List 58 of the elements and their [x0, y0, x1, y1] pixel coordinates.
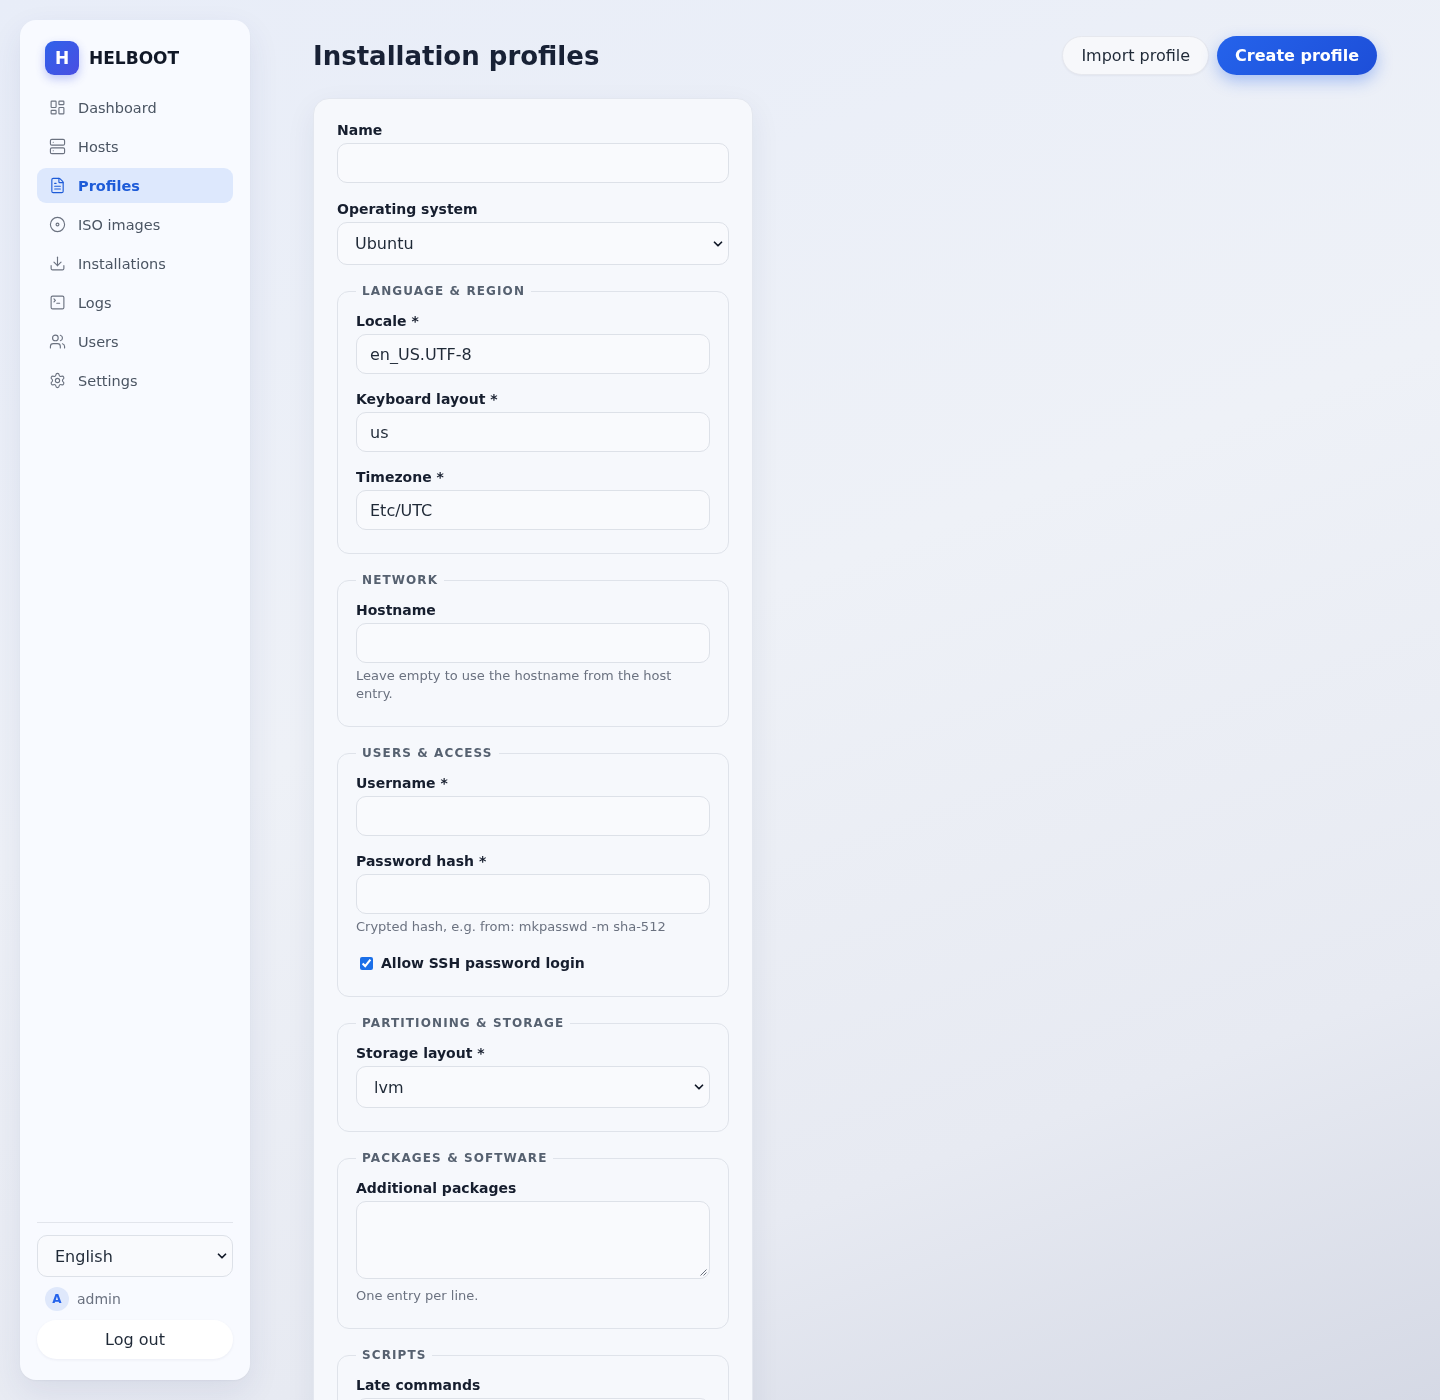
text-input[interactable]: [356, 796, 710, 836]
select-field[interactable]: lvm: [356, 1066, 710, 1108]
action-button[interactable]: Create profile: [1217, 36, 1377, 75]
field-label: Storage layout *: [356, 1045, 486, 1061]
nav-item[interactable]: Dashboard: [37, 90, 233, 125]
resize-handle-icon[interactable]: [700, 1269, 707, 1276]
field-label: Name: [337, 122, 384, 138]
user-name: admin: [77, 1291, 121, 1307]
field-hint: Leave empty to use the hostname from the host entry.: [356, 667, 673, 703]
section-legend: NETWORK: [356, 572, 445, 588]
textarea-field[interactable]: [356, 1201, 710, 1279]
text-input[interactable]: us: [356, 412, 710, 452]
section-legend: PARTITIONING & STORAGE: [356, 1015, 571, 1031]
app-logo: H: [45, 41, 79, 75]
section-legend: USERS & ACCESS: [356, 745, 499, 761]
field-hint: One entry per line.: [356, 1287, 480, 1305]
text-input[interactable]: [356, 623, 710, 663]
disc-icon: [49, 216, 66, 233]
select-field[interactable]: Ubuntu: [337, 222, 729, 265]
logout-button[interactable]: Log out: [37, 1320, 233, 1359]
document-icon: [49, 177, 66, 194]
text-input[interactable]: en_US.UTF-8: [356, 334, 710, 374]
section-legend: LANGUAGE & REGION: [356, 283, 532, 299]
nav-item[interactable]: Settings: [37, 363, 233, 398]
field-label: Locale *: [356, 313, 420, 329]
field-label: Password hash *: [356, 853, 488, 869]
field-label: Hostname: [356, 602, 437, 618]
checkbox-label: Allow SSH password login: [381, 955, 585, 971]
nav-item[interactable]: Installations: [37, 246, 233, 281]
field-label: Late commands: [356, 1377, 482, 1393]
page-title: Installation profiles: [313, 40, 600, 71]
field-label: Additional packages: [356, 1180, 518, 1196]
nav-item[interactable]: Logs: [37, 285, 233, 320]
settings-icon: [49, 372, 66, 389]
download-icon: [49, 255, 66, 272]
text-input[interactable]: [356, 874, 710, 914]
nav-item[interactable]: Users: [37, 324, 233, 359]
server-icon: [49, 138, 66, 155]
checkbox[interactable]: [360, 956, 373, 970]
section-legend: PACKAGES & SOFTWARE: [356, 1150, 554, 1166]
field-label: Operating system: [337, 201, 479, 217]
user-avatar: A: [45, 1287, 69, 1311]
field-label: Keyboard layout *: [356, 391, 499, 407]
field-label: Username *: [356, 775, 449, 791]
section-legend: SCRIPTS: [356, 1347, 433, 1363]
layout-grid-icon: [49, 99, 66, 116]
language-select[interactable]: English: [37, 1235, 233, 1277]
nav-item[interactable]: ISO images: [37, 207, 233, 242]
nav-item[interactable]: Hosts: [37, 129, 233, 164]
terminal-icon: [49, 294, 66, 311]
users-icon: [49, 333, 66, 350]
action-button[interactable]: Import profile: [1062, 36, 1210, 75]
app-name: HELBOOT: [89, 48, 180, 68]
text-input[interactable]: Etc/UTC: [356, 490, 710, 530]
text-input[interactable]: [337, 143, 729, 183]
field-hint: Crypted hash, e.g. from: mkpasswd -m sha-512: [356, 918, 667, 936]
nav-item[interactable]: Profiles: [37, 168, 233, 203]
field-label: Timezone *: [356, 469, 445, 485]
